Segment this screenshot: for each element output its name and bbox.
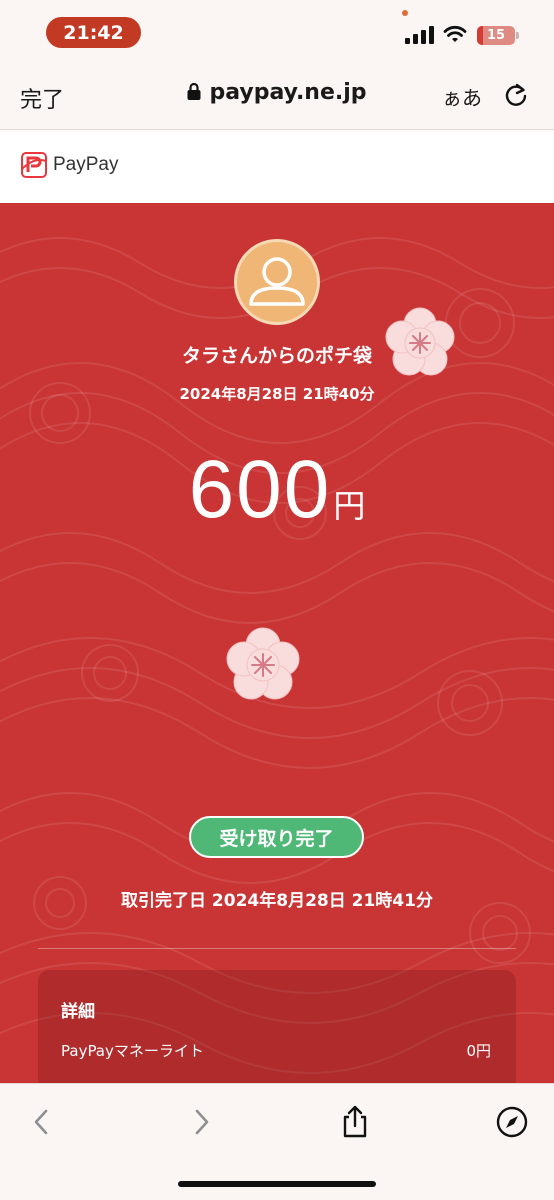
battery-icon: 15 [477, 26, 515, 45]
battery-cap [516, 32, 519, 39]
details-card: 詳細 PayPayマネーライト 0円 [38, 970, 516, 1083]
status-bar: 21:42 15 [0, 0, 554, 60]
wifi-icon [443, 25, 467, 42]
url-text: paypay.ne.jp [209, 80, 367, 105]
status-badge: 受け取り完了 [189, 816, 364, 858]
browser-address-bar: 完了 paypay.ne.jp ぁあ [0, 60, 554, 130]
paypay-logo-text: PayPay [53, 154, 119, 175]
avatar [234, 239, 320, 325]
privacy-indicator-dot [402, 10, 408, 16]
detail-value: 0円 [466, 1042, 491, 1060]
paypay-header: PayPay [0, 131, 554, 203]
details-title: 詳細 [61, 1002, 95, 1022]
battery-level: 15 [486, 28, 506, 43]
amount-value: 600 [188, 444, 332, 535]
lock-icon [187, 81, 201, 100]
paypay-logo-icon [21, 152, 47, 178]
gift-envelope-panel: タラさんからのポチ袋 2024年8月28日 21時40分 600円 受け取り完了… [0, 203, 554, 1083]
sender-title: タラさんからのポチ袋 [181, 345, 372, 367]
divider [38, 948, 516, 949]
home-indicator [178, 1181, 376, 1187]
user-icon [249, 257, 305, 306]
gift-amount: 600円 [0, 443, 554, 537]
transaction-completed-date: 取引完了日 2024年8月28日 21時41分 [121, 891, 433, 911]
amount-unit: 円 [333, 487, 366, 525]
plum-blossom-icon [226, 627, 300, 700]
chevron-right-icon[interactable] [183, 1104, 219, 1140]
reload-icon[interactable] [503, 82, 529, 108]
cellular-signal-icon [405, 26, 435, 44]
sent-datetime: 2024年8月28日 21時40分 [179, 385, 375, 403]
status-time: 21:42 [46, 17, 141, 48]
text-size-button[interactable]: ぁあ [442, 82, 482, 111]
detail-label: PayPayマネーライト [61, 1042, 204, 1060]
share-icon[interactable] [337, 1104, 373, 1140]
chevron-left-icon[interactable] [24, 1104, 60, 1140]
paypay-logo[interactable]: PayPay [21, 152, 118, 178]
compass-icon[interactable] [494, 1104, 530, 1140]
